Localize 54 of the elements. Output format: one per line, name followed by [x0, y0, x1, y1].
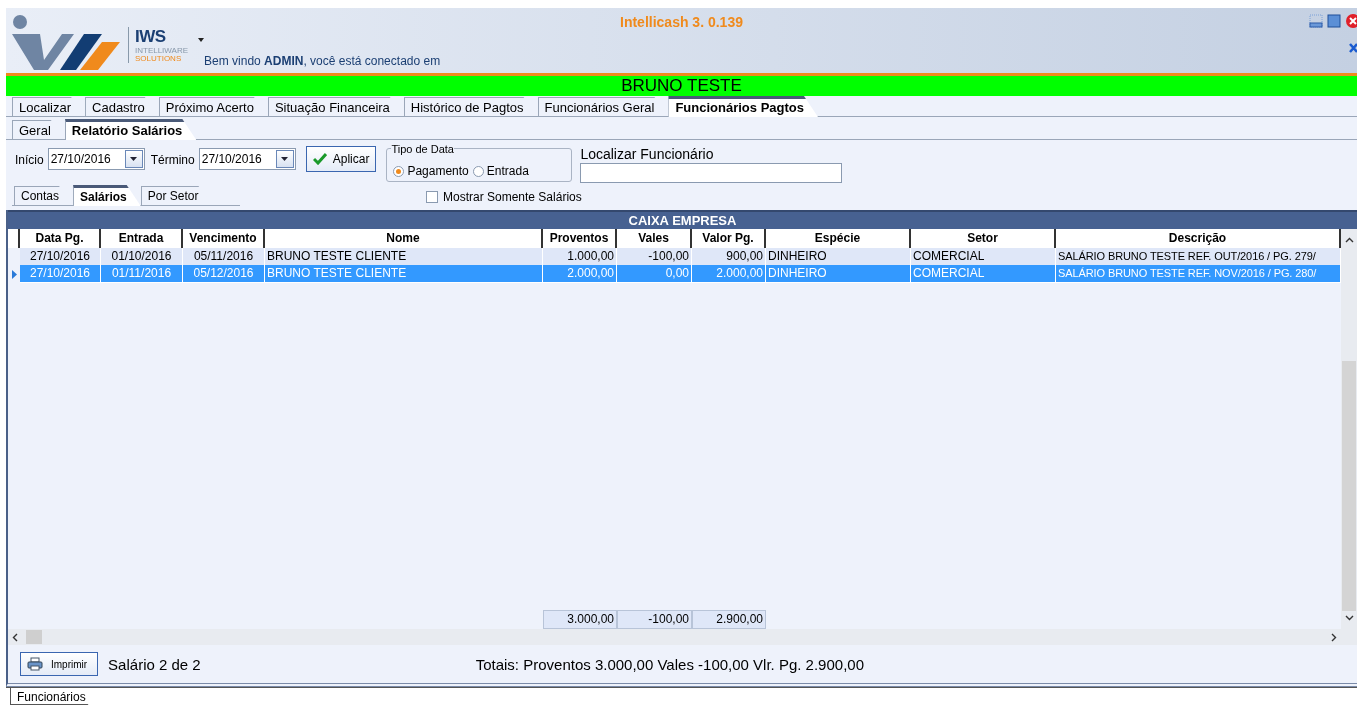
check-icon: [312, 153, 327, 165]
table-cell: DINHEIRO: [766, 265, 911, 283]
caret-icon[interactable]: [198, 38, 205, 42]
tab[interactable]: Relatório Salários: [64, 119, 197, 140]
total-cell: 3.000,00: [543, 610, 617, 629]
table-cell: BRUNO TESTE CLIENTE: [265, 265, 543, 283]
date-picker[interactable]: 27/10/2016: [47, 148, 145, 170]
close-icon[interactable]: [1349, 42, 1357, 54]
tab[interactable]: Funcionários Pagtos: [668, 96, 818, 117]
tab[interactable]: Salários: [73, 185, 141, 206]
scrollbar-thumb[interactable]: [26, 630, 42, 644]
close-icon[interactable]: [1345, 14, 1357, 28]
scrollbar-thumb[interactable]: [1342, 361, 1356, 611]
total-cell: 2.900,00: [692, 610, 766, 629]
table-title: CAIXA EMPRESA: [8, 210, 1357, 229]
logo-text: IWS: [135, 26, 167, 47]
radio-option[interactable]: Entrada: [472, 164, 529, 178]
logo-subtitle: INTELLIWARE: [135, 46, 189, 55]
printer-icon: [27, 657, 43, 671]
total-cell: -100,00: [617, 610, 692, 629]
table-cell: 2.000,00: [692, 265, 766, 283]
scroll-down-icon[interactable]: [1344, 615, 1354, 621]
radio-option[interactable]: Pagamento: [393, 164, 469, 178]
row-pointer-icon: [11, 269, 17, 279]
scroll-left-icon[interactable]: [12, 632, 18, 642]
scroll-up-icon[interactable]: [1344, 237, 1354, 243]
table-cell: SALÁRIO BRUNO TESTE REF. NOV/2016 / PG. 280/: [1056, 265, 1341, 283]
table-cell: 27/10/2016: [20, 265, 101, 283]
row-indicator-cell[interactable]: [8, 248, 20, 266]
search-label: Localizar Funcionário: [580, 146, 715, 162]
print-button[interactable]: Imprimir: [20, 652, 99, 676]
dropdown-icon[interactable]: [130, 157, 138, 161]
table-cell: 01/11/2016: [101, 265, 183, 283]
end-date-label: Término: [150, 153, 195, 167]
table-cell: 2.000,00: [543, 265, 617, 283]
group-title: Tipo de Data: [391, 143, 454, 155]
table-cell: 0,00: [617, 265, 692, 283]
search-field[interactable]: [580, 163, 843, 183]
checkbox-option[interactable]: Mostrar Somente Salários: [426, 190, 582, 204]
date-picker[interactable]: 27/10/2016: [198, 148, 296, 170]
window-title: Intellicash 3. 0.139: [620, 14, 743, 30]
client-banner: BRUNO TESTE: [6, 76, 1357, 96]
record-count: Salário 2 de 2: [108, 655, 201, 673]
welcome-text: Bem vindo ADMIN, você está conectado em: [204, 54, 441, 68]
start-date-label: Início: [15, 153, 44, 167]
table-cell: COMERCIAL: [911, 265, 1056, 283]
totals-text: Totais: Proventos 3.000,00 Vales -100,00 Vlr. Pg. 2.900,00: [475, 655, 864, 673]
apply-button[interactable]: Aplicar: [305, 146, 377, 172]
dropdown-icon[interactable]: [281, 157, 289, 161]
minimize-icon[interactable]: [1309, 14, 1323, 28]
logo-subtitle: SOLUTIONS: [135, 54, 183, 63]
scroll-right-icon[interactable]: [1331, 632, 1337, 642]
table-cell: 05/12/2016: [183, 265, 265, 283]
table-row[interactable]: 27/10/2016 01/10/2016 05/11/2016 BRUNO TESTE CLIENTE 1.000,00 -100,00 900,00 DINHEIRO COMERCIAL SALÁRIO BRUNO TESTE REF. OUT/2016 / PG. 279/: [8, 248, 1341, 265]
